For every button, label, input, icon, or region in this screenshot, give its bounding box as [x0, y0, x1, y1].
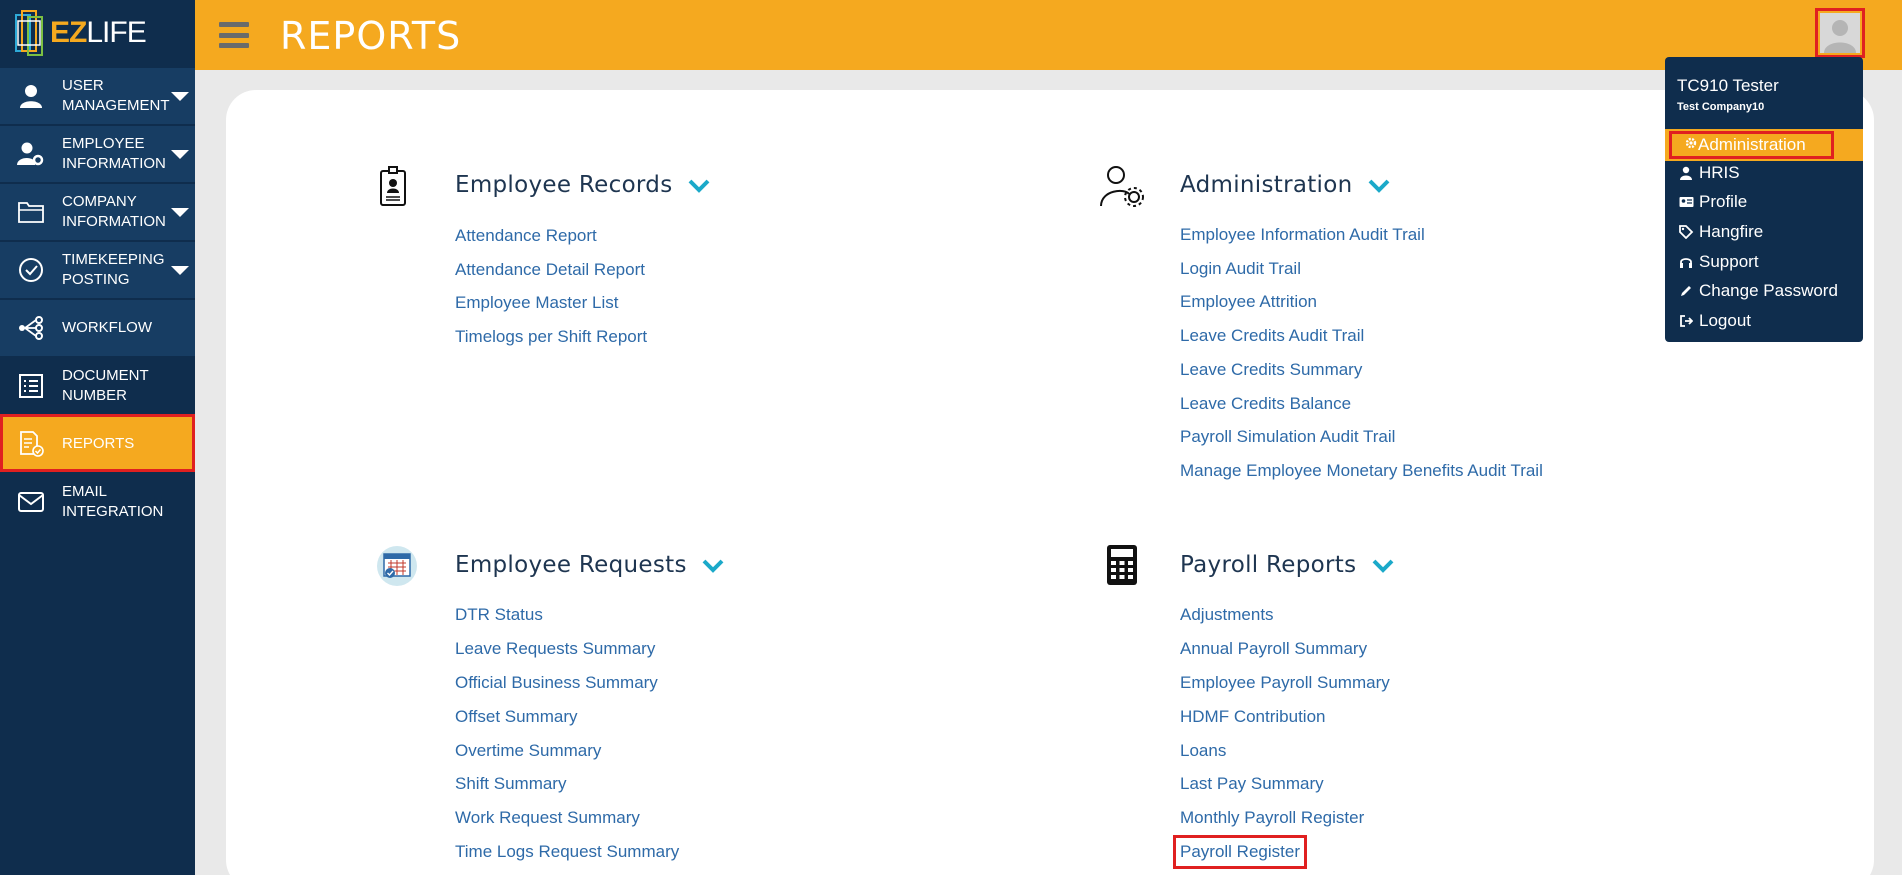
chevron-down-icon	[702, 559, 724, 573]
menu-item-hangfire[interactable]: Hangfire	[1677, 222, 1763, 242]
headset-icon	[1677, 255, 1695, 269]
sidebar-item-label: TIMEKEEPING POSTING	[62, 251, 165, 288]
report-link-loans[interactable]: Loans	[1180, 741, 1226, 761]
sidebar-item-label: REPORTS	[62, 435, 135, 452]
section-title-employee-records[interactable]: Employee Records	[455, 172, 710, 198]
report-link-attendance-report[interactable]: Attendance Report	[455, 226, 597, 246]
sidebar-item-document-number[interactable]: DOCUMENT NUMBER	[0, 356, 195, 414]
calendar-icon	[377, 546, 417, 586]
user-icon	[1677, 166, 1695, 180]
user-avatar-button[interactable]	[1815, 8, 1865, 58]
list-icon	[19, 374, 43, 398]
chevron-down-icon	[1368, 179, 1390, 193]
id-card-icon	[1677, 196, 1695, 208]
report-link-timelogs-per-shift[interactable]: Timelogs per Shift Report	[455, 327, 647, 347]
sidebar-item-user-management[interactable]: USER MANAGEMENT	[0, 66, 195, 124]
user-icon	[20, 85, 42, 108]
sign-out-icon	[1677, 314, 1695, 328]
report-link-shift-summary[interactable]: Shift Summary	[455, 774, 566, 794]
user-company: Test Company10	[1677, 101, 1765, 113]
report-link-employee-master-list[interactable]: Employee Master List	[455, 293, 618, 313]
section-title-payroll-reports[interactable]: Payroll Reports	[1180, 552, 1394, 578]
report-link-last-pay-summary[interactable]: Last Pay Summary	[1180, 774, 1324, 794]
caret-down-icon	[171, 92, 189, 101]
report-link-adjustments[interactable]: Adjustments	[1180, 605, 1274, 625]
report-link-official-business-summary[interactable]: Official Business Summary	[455, 673, 658, 693]
report-link-leave-requests-summary[interactable]: Leave Requests Summary	[455, 639, 655, 659]
sidebar: EZLIFE USER MANAGEMENT EMPLOYEE INFORMATIO…	[0, 0, 195, 875]
logo-icon	[15, 10, 43, 56]
section-title-employee-requests[interactable]: Employee Requests	[455, 552, 724, 578]
sidebar-item-label: COMPANY INFORMATION	[62, 193, 166, 230]
id-badge-icon	[380, 166, 406, 206]
sidebar-item-label: DOCUMENT NUMBER	[62, 367, 149, 404]
report-link-monetary-benefits-audit-trail[interactable]: Manage Employee Monetary Benefits Audit …	[1180, 461, 1543, 481]
mail-icon	[18, 492, 44, 512]
report-link-payroll-simulation-audit-trail[interactable]: Payroll Simulation Audit Trail	[1180, 427, 1395, 447]
report-link-employee-information-audit-trail[interactable]: Employee Information Audit Trail	[1180, 225, 1425, 245]
sidebar-item-workflow[interactable]: WORKFLOW	[0, 298, 195, 356]
sidebar-item-timekeeping-posting[interactable]: TIMEKEEPING POSTING	[0, 240, 195, 298]
app-logo[interactable]: EZLIFE	[0, 0, 195, 66]
sidebar-item-label: USER MANAGEMENT	[62, 77, 170, 114]
report-link-login-audit-trail[interactable]: Login Audit Trail	[1180, 259, 1301, 279]
menu-item-change-password[interactable]: Change Password	[1677, 281, 1838, 301]
chevron-down-icon	[1372, 559, 1394, 573]
check-circle-icon	[19, 258, 43, 282]
user-dropdown-menu: TC910 Tester Test Company10 Administrati…	[1665, 57, 1863, 342]
tags-icon	[1677, 225, 1695, 239]
user-gear-icon	[17, 142, 44, 166]
report-link-dtr-status[interactable]: DTR Status	[455, 605, 543, 625]
menu-item-administration[interactable]: Administration	[1669, 131, 1834, 159]
menu-item-hris[interactable]: HRIS	[1677, 163, 1740, 183]
report-link-work-request-summary[interactable]: Work Request Summary	[455, 808, 640, 828]
chevron-down-icon	[688, 179, 710, 193]
calculator-icon	[1107, 545, 1137, 585]
report-icon	[20, 431, 44, 457]
user-settings-icon	[1100, 166, 1144, 207]
menu-item-logout[interactable]: Logout	[1677, 311, 1751, 331]
logo-text: EZLIFE	[50, 16, 147, 49]
menu-item-support[interactable]: Support	[1677, 252, 1759, 272]
menu-item-administration-row: Administration	[1665, 129, 1863, 161]
report-link-leave-credits-balance[interactable]: Leave Credits Balance	[1180, 394, 1351, 414]
sidebar-item-label: EMPLOYEE INFORMATION	[62, 135, 166, 172]
sidebar-item-employee-information[interactable]: EMPLOYEE INFORMATION	[0, 124, 195, 182]
caret-down-icon	[171, 150, 189, 159]
caret-down-icon	[171, 266, 189, 275]
sidebar-item-reports[interactable]: REPORTS	[0, 414, 195, 472]
workflow-icon	[19, 316, 43, 340]
reports-card: Employee Records Attendance Report Atten…	[226, 90, 1874, 875]
menu-item-profile[interactable]: Profile	[1677, 192, 1747, 212]
report-link-offset-summary[interactable]: Offset Summary	[455, 707, 578, 727]
sidebar-item-label: WORKFLOW	[62, 319, 152, 336]
caret-down-icon	[171, 208, 189, 217]
report-link-employee-attrition[interactable]: Employee Attrition	[1180, 292, 1317, 312]
report-link-monthly-payroll-register[interactable]: Monthly Payroll Register	[1180, 808, 1364, 828]
top-header: REPORTS	[195, 0, 1902, 70]
page-title: REPORTS	[280, 14, 462, 58]
user-name: TC910 Tester	[1677, 76, 1779, 95]
report-link-leave-credits-summary[interactable]: Leave Credits Summary	[1180, 360, 1362, 380]
sidebar-item-label: EMAIL INTEGRATION	[62, 483, 164, 520]
report-link-time-logs-request-summary[interactable]: Time Logs Request Summary	[455, 842, 679, 862]
report-link-employee-payroll-summary[interactable]: Employee Payroll Summary	[1180, 673, 1390, 693]
report-link-annual-payroll-summary[interactable]: Annual Payroll Summary	[1180, 639, 1367, 659]
section-title-administration[interactable]: Administration	[1180, 172, 1390, 198]
report-link-attendance-detail-report[interactable]: Attendance Detail Report	[455, 260, 645, 280]
sidebar-item-company-information[interactable]: COMPANY INFORMATION	[0, 182, 195, 240]
report-link-payroll-register[interactable]: Payroll Register	[1173, 835, 1307, 869]
report-link-leave-credits-audit-trail[interactable]: Leave Credits Audit Trail	[1180, 326, 1364, 346]
hamburger-menu-icon[interactable]	[219, 22, 249, 48]
sidebar-item-email-integration[interactable]: EMAIL INTEGRATION	[0, 472, 195, 530]
pencil-icon	[1677, 284, 1695, 298]
folder-icon	[18, 202, 44, 223]
report-link-hdmf-contribution[interactable]: HDMF Contribution	[1180, 707, 1326, 727]
avatar-icon	[1820, 13, 1860, 53]
report-link-overtime-summary[interactable]: Overtime Summary	[455, 741, 601, 761]
gear-icon	[1684, 135, 1698, 155]
